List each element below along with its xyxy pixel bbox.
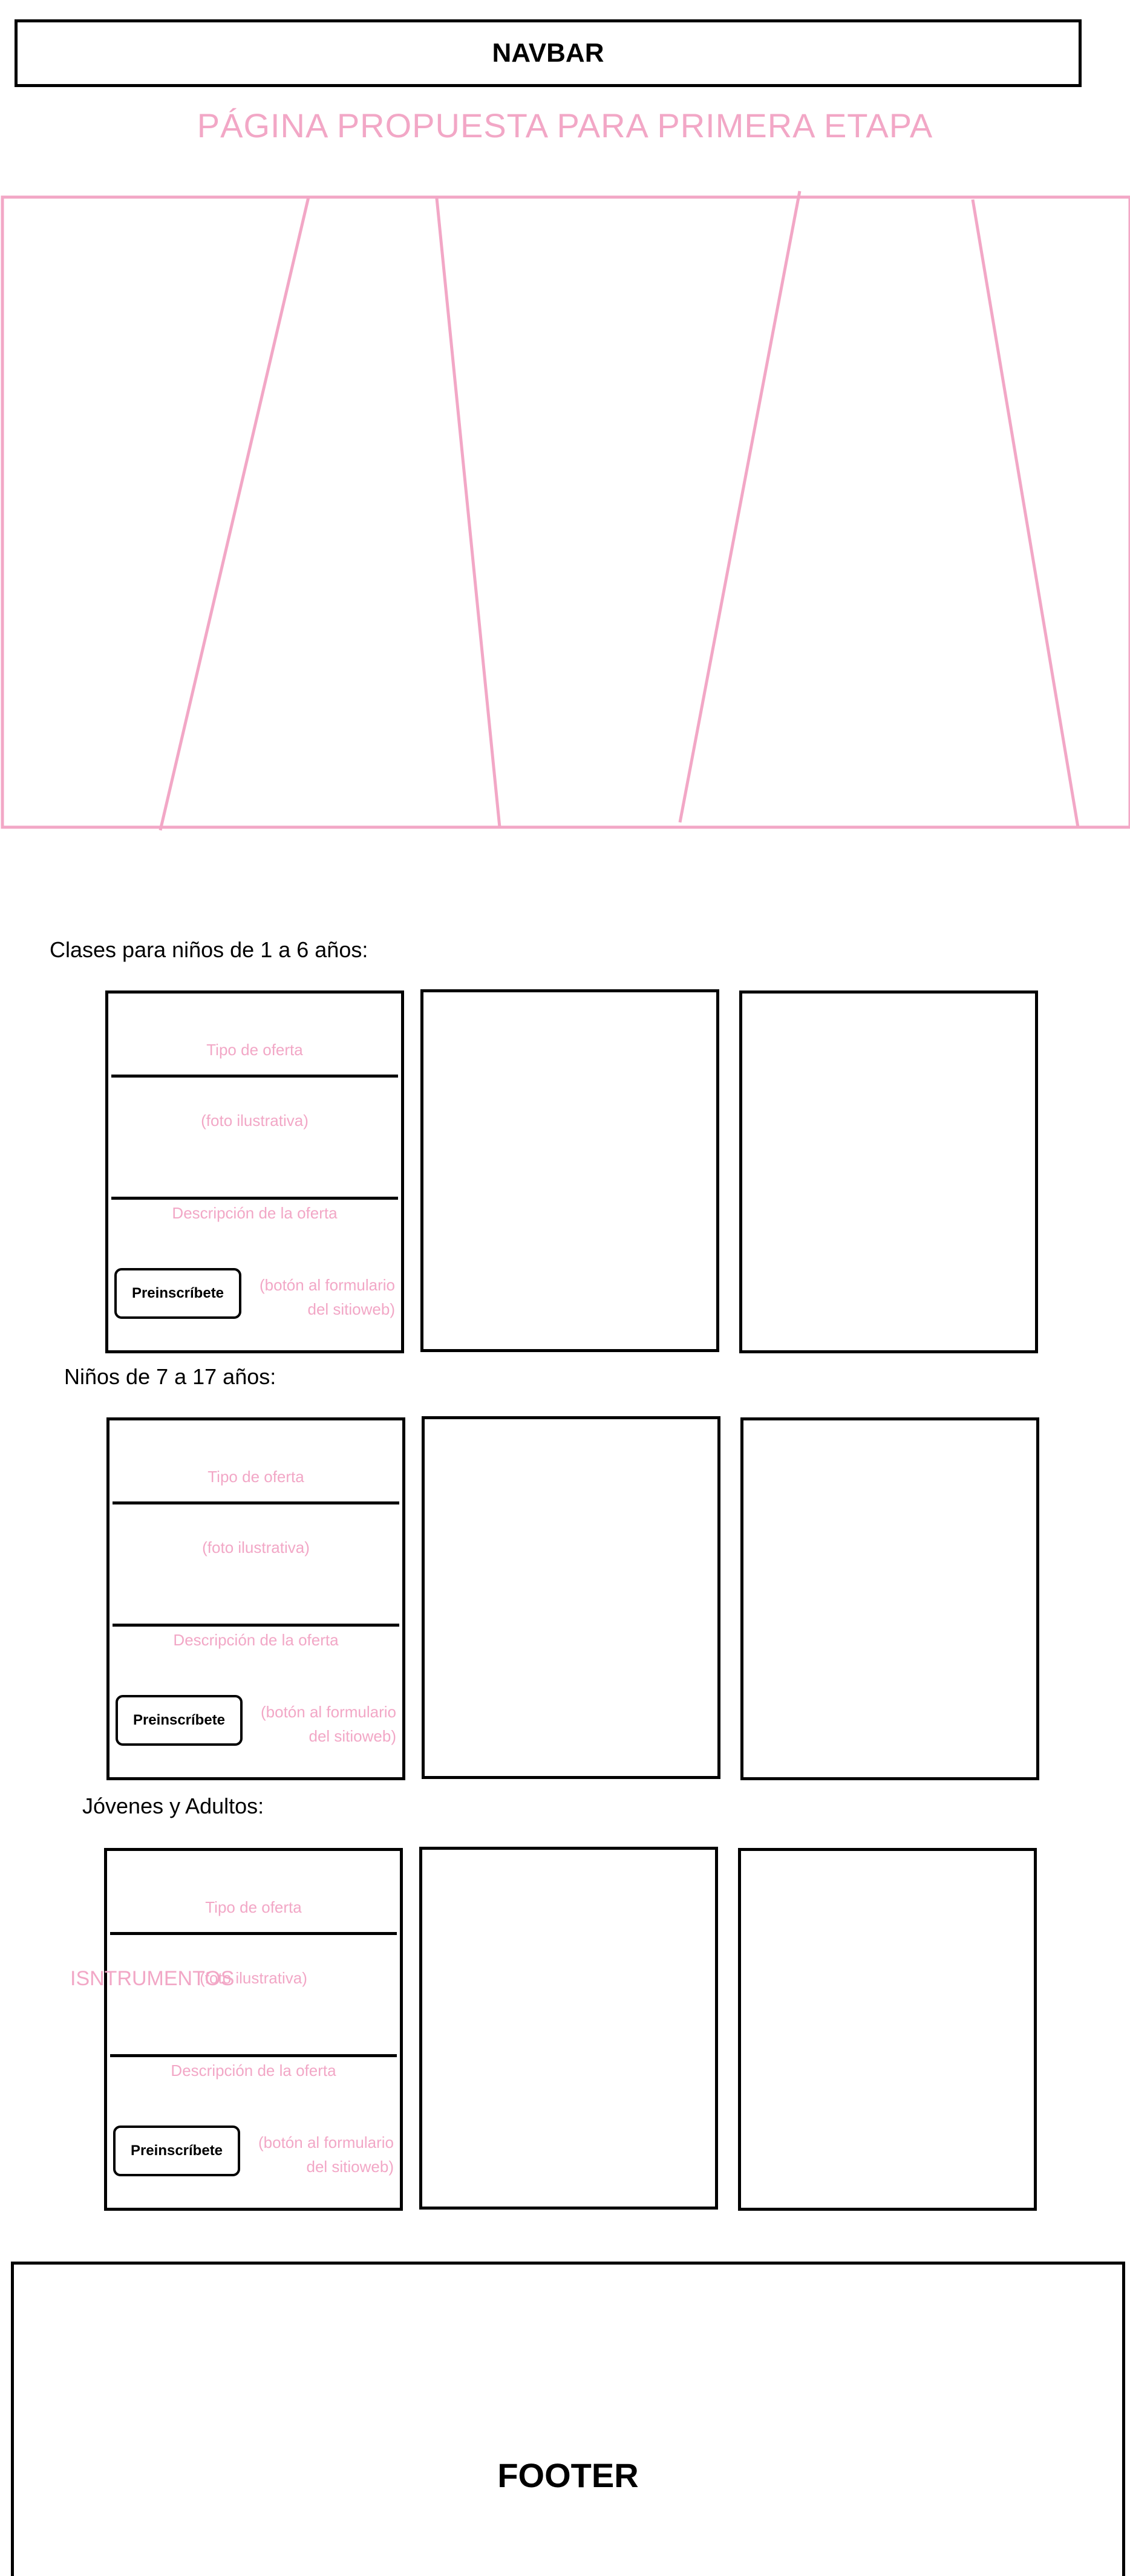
button-note-line: (botón al formulario: [261, 1703, 396, 1721]
preinscribe-button[interactable]: Preinscríbete: [114, 1268, 241, 1319]
hero-banner: [1, 190, 1130, 831]
banner-panel-line: [158, 197, 310, 831]
offer-card-template: Tipo de oferta (foto ilustrativa) Descri…: [104, 1848, 403, 2211]
preinscribe-button[interactable]: Preinscríbete: [116, 1695, 243, 1746]
button-note-line: (botón al formulario: [260, 1276, 395, 1294]
footer-label: FOOTER: [497, 2456, 639, 2494]
photo-placeholder-label: (foto ilustrativa): [202, 1538, 310, 1556]
button-note-line: (botón al formulario: [258, 2133, 394, 2152]
card-divider: [111, 1075, 398, 1078]
instruments-label: ISNTRUMENTOS: [70, 1967, 235, 1990]
card-divider: [113, 1624, 399, 1627]
preinscribe-button[interactable]: Preinscríbete: [113, 2126, 240, 2176]
button-note: (botón al formulario del sitioweb): [261, 1700, 396, 1748]
offer-type-label: Tipo de oferta: [205, 1898, 302, 1916]
offer-card-template: Tipo de oferta (foto ilustrativa) Descri…: [105, 990, 404, 1353]
offer-card-template: Tipo de oferta (foto ilustrativa) Descri…: [106, 1417, 405, 1780]
offer-type-label: Tipo de oferta: [207, 1468, 304, 1486]
button-note: (botón al formulario del sitioweb): [260, 1273, 395, 1321]
page-title: PÁGINA PROPUESTA PARA PRIMERA ETAPA: [197, 106, 933, 145]
offer-card-empty: [422, 1416, 720, 1779]
section-heading-1-6: Clases para niños de 1 a 6 años:: [50, 937, 368, 962]
offer-description-label: Descripción de la oferta: [173, 1631, 339, 1649]
photo-placeholder-label: (foto ilustrativa): [201, 1111, 309, 1130]
banner-panel-line: [678, 190, 802, 823]
footer: FOOTER: [11, 2262, 1125, 2576]
card-divider: [110, 2054, 397, 2057]
offer-description-label: Descripción de la oferta: [172, 1204, 338, 1222]
offer-card-empty: [419, 1847, 718, 2210]
offer-card-empty: [739, 990, 1038, 1353]
button-note-line: del sitioweb): [309, 1727, 396, 1745]
offer-card-empty: [738, 1848, 1037, 2211]
hero-banner-frame: [1, 195, 1130, 829]
section-heading-7-17: Niños de 7 a 17 años:: [64, 1364, 276, 1389]
button-note: (botón al formulario del sitioweb): [258, 2130, 394, 2179]
button-note-line: del sitioweb): [307, 1300, 395, 1318]
banner-panel-line: [435, 198, 501, 828]
offer-card-empty: [420, 989, 719, 1352]
banner-panel-line: [971, 199, 1080, 828]
section-heading-youth-adults: Jóvenes y Adultos:: [82, 1794, 264, 1818]
offer-card-empty: [740, 1417, 1039, 1780]
offer-type-label: Tipo de oferta: [206, 1041, 303, 1059]
card-divider: [113, 1501, 399, 1504]
card-divider: [111, 1197, 398, 1200]
offer-description-label: Descripción de la oferta: [171, 2061, 336, 2080]
navbar-label: NAVBAR: [492, 38, 604, 68]
navbar: NAVBAR: [15, 19, 1082, 87]
button-note-line: del sitioweb): [306, 2158, 394, 2176]
card-divider: [110, 1932, 397, 1935]
